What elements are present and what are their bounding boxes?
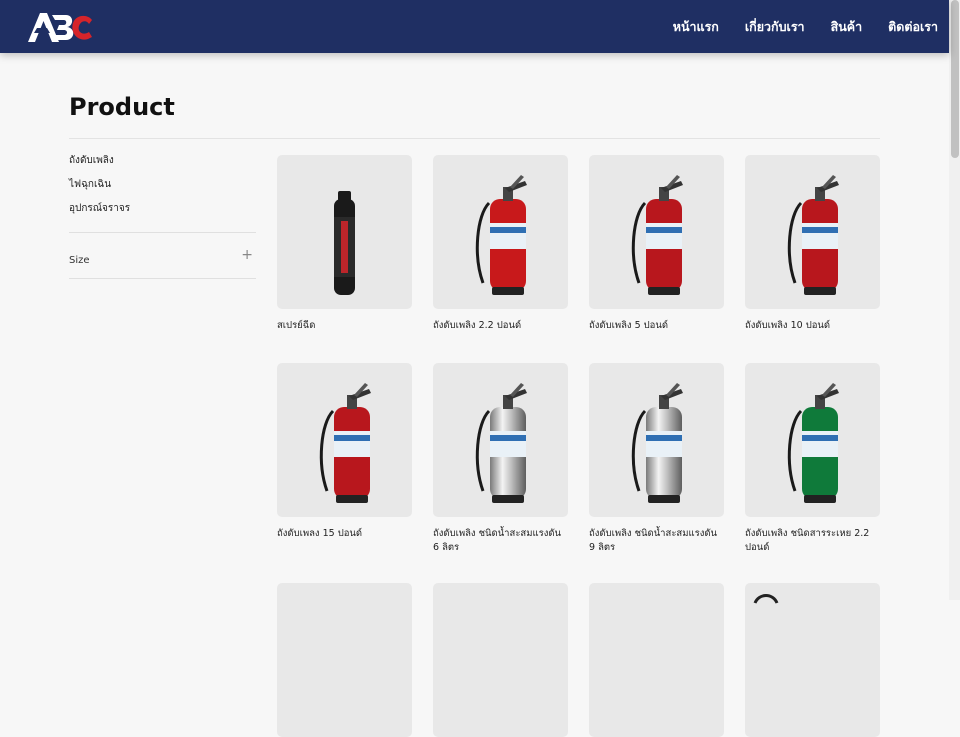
product-card[interactable] — [589, 583, 724, 737]
extinguisher-icon — [319, 383, 371, 503]
product-name[interactable]: ถังดับเพลิง ชนิดน้ำสะสมแรงดัน 9 ลิตร — [589, 527, 724, 555]
product-name[interactable]: ถังดับเพลิง 2.2 ปอนด์ — [433, 319, 568, 333]
extinguisher-icon — [631, 383, 683, 503]
page-scrollbar-thumb[interactable] — [951, 0, 959, 158]
product-image[interactable] — [277, 155, 412, 309]
product-image[interactable] — [433, 583, 568, 737]
product-name[interactable]: ถังดับเพลง 15 ปอนด์ — [277, 527, 412, 541]
product-card[interactable]: ถังดับเพลิง ชนิดน้ำสะสมแรงดัน 6 ลิตร — [433, 363, 568, 555]
category-emergency-light[interactable]: ไฟฉุกเฉิน — [69, 178, 130, 202]
product-card[interactable]: ถังดับเพลิง ชนิดน้ำสะสมแรงดัน 9 ลิตร — [589, 363, 724, 555]
size-filter-label: Size — [69, 255, 90, 266]
category-fire-extinguisher[interactable]: ถังดับเพลิง — [69, 154, 130, 178]
product-image[interactable] — [589, 363, 724, 517]
extinguisher-icon — [475, 383, 527, 503]
product-name[interactable]: สเปรย์ฉีด — [277, 319, 412, 333]
product-image[interactable] — [589, 583, 724, 737]
sidebar-divider — [69, 278, 256, 279]
abc-logo[interactable] — [26, 9, 96, 45]
extinguisher-icon — [787, 383, 839, 503]
product-card[interactable] — [745, 583, 880, 737]
product-image[interactable] — [745, 363, 880, 517]
nav-contact[interactable]: ติดต่อเรา — [888, 17, 938, 37]
product-card[interactable]: ถังดับเพลิง 2.2 ปอนด์ — [433, 155, 568, 333]
product-image[interactable] — [589, 155, 724, 309]
product-image[interactable] — [277, 583, 412, 737]
product-card[interactable] — [277, 583, 412, 737]
nav-home[interactable]: หน้าแรก — [673, 17, 719, 37]
product-name[interactable]: ถังดับเพลิง ชนิดสารระเหย 2.2 ปอนด์ — [745, 527, 880, 555]
sidebar-divider — [69, 232, 256, 233]
plus-icon[interactable]: + — [241, 248, 253, 262]
product-card[interactable]: สเปรย์ฉีด — [277, 155, 412, 333]
category-traffic-equipment[interactable]: อุปกรณ์จราจร — [69, 202, 130, 226]
nav-about[interactable]: เกี่ยวกับเรา — [745, 17, 805, 37]
product-name[interactable]: ถังดับเพลิง 10 ปอนด์ — [745, 319, 880, 333]
product-card[interactable]: ถังดับเพลิง 5 ปอนด์ — [589, 155, 724, 333]
product-name[interactable]: ถังดับเพลิง 5 ปอนด์ — [589, 319, 724, 333]
spray-can-icon — [334, 191, 355, 295]
nav-products[interactable]: สินค้า — [831, 17, 863, 37]
category-list: ถังดับเพลิง ไฟฉุกเฉิน อุปกรณ์จราจร — [69, 154, 130, 226]
product-image[interactable] — [433, 363, 568, 517]
product-name[interactable]: ถังดับเพลิง ชนิดน้ำสะสมแรงดัน 6 ลิตร — [433, 527, 568, 555]
product-image[interactable] — [277, 363, 412, 517]
page-title: Product — [69, 93, 175, 121]
product-image[interactable] — [745, 155, 880, 309]
title-divider — [69, 138, 880, 139]
site-header: หน้าแรก เกี่ยวกับเรา สินค้า ติดต่อเรา — [0, 0, 949, 53]
product-image[interactable] — [745, 583, 880, 737]
product-card[interactable]: ถังดับเพลิง ชนิดสารระเหย 2.2 ปอนด์ — [745, 363, 880, 555]
extinguisher-icon — [475, 175, 527, 295]
product-card[interactable]: ถังดับเพลง 15 ปอนด์ — [277, 363, 412, 541]
product-card[interactable] — [433, 583, 568, 737]
product-card[interactable]: ถังดับเพลิง 10 ปอนด์ — [745, 155, 880, 333]
size-filter-toggle[interactable]: Size + — [69, 248, 256, 266]
product-image[interactable] — [433, 155, 568, 309]
extinguisher-icon — [631, 175, 683, 295]
main-nav: หน้าแรก เกี่ยวกับเรา สินค้า ติดต่อเรา — [647, 0, 938, 53]
extinguisher-icon — [787, 175, 839, 295]
